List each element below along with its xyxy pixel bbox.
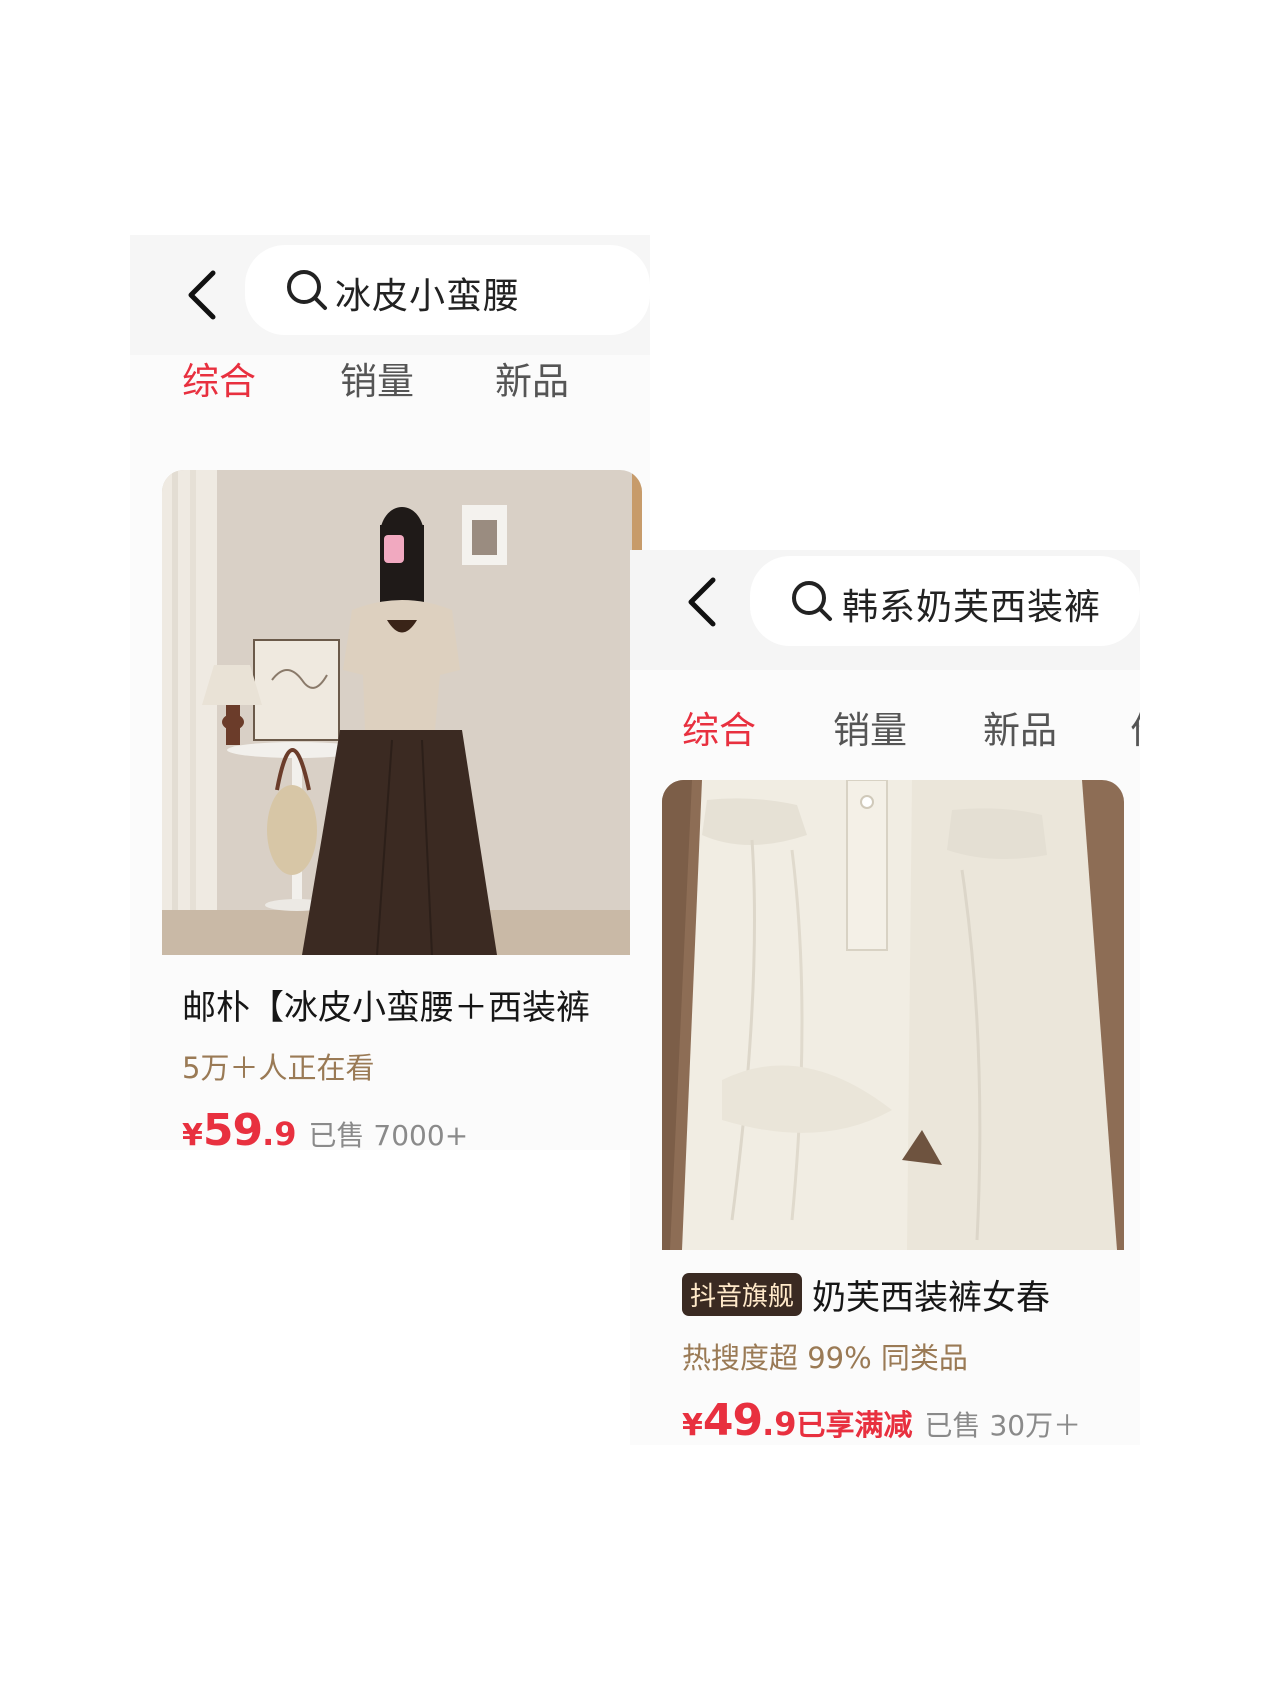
product-image[interactable] (662, 780, 1124, 1250)
price-decimal: .9 (762, 1405, 797, 1443)
chevron-left-icon (188, 270, 216, 320)
product-image[interactable] (162, 470, 642, 955)
product-views: 5万＋人正在看 (182, 1051, 375, 1085)
back-button[interactable] (675, 572, 735, 632)
price-row: ¥49.9已享满减 已售 30万＋ (682, 1395, 1081, 1446)
sold-count: 已售 30万＋ (924, 1409, 1082, 1442)
search-icon (792, 581, 832, 621)
tab-new[interactable]: 新品 (495, 351, 569, 405)
tab-price[interactable]: 价 (1130, 700, 1140, 754)
search-result-screen-1: 冰皮小蛮腰 综合 销量 新品 邮朴【冰皮小蛮腰＋西装裤 5万＋人正在看 ¥59.… (130, 235, 650, 1156)
tab-new[interactable]: 新品 (983, 700, 1057, 754)
price-integer: 59 (202, 1105, 263, 1156)
currency-symbol: ¥ (182, 1118, 203, 1153)
top-bar: 冰皮小蛮腰 (130, 235, 650, 355)
search-input[interactable]: 冰皮小蛮腰 (245, 245, 650, 335)
chevron-left-icon (688, 577, 716, 627)
search-query: 韩系奶芙西装裤 (842, 587, 1102, 628)
product-photo-illustration (162, 470, 642, 955)
price-row: ¥59.9 已售 7000+ (182, 1105, 468, 1156)
sold-count: 已售 7000+ (308, 1119, 469, 1152)
tab-comprehensive[interactable]: 综合 (182, 351, 256, 405)
product-photo-illustration (662, 780, 1124, 1250)
product-title[interactable]: 抖音旗舰 奶芙西装裤女春 (682, 1270, 1142, 1319)
tab-sales[interactable]: 销量 (833, 700, 907, 754)
tab-comprehensive[interactable]: 综合 (682, 700, 756, 754)
price-decimal: .9 (262, 1115, 297, 1153)
back-button[interactable] (175, 265, 235, 325)
search-query: 冰皮小蛮腰 (335, 276, 521, 317)
tab-sales[interactable]: 销量 (340, 351, 414, 405)
currency-symbol: ¥ (682, 1408, 703, 1443)
discount-label: 已享满减 (796, 1408, 913, 1442)
product-hotness: 热搜度超 99% 同类品 (682, 1341, 968, 1375)
price-integer: 49 (702, 1395, 763, 1446)
search-input[interactable]: 韩系奶芙西装裤 (750, 556, 1140, 646)
search-result-screen-2: 韩系奶芙西装裤 综合 销量 新品 价 抖音旗舰奶芙西装裤女春 热搜度超 99% … (630, 550, 1142, 1446)
flagship-store-badge: 抖音旗舰 (682, 1273, 803, 1316)
product-title[interactable]: 邮朴【冰皮小蛮腰＋西装裤 (182, 980, 642, 1029)
search-icon (287, 270, 327, 310)
product-title-text: 奶芙西装裤女春 (812, 1278, 1051, 1318)
top-bar: 韩系奶芙西装裤 (630, 550, 1140, 670)
